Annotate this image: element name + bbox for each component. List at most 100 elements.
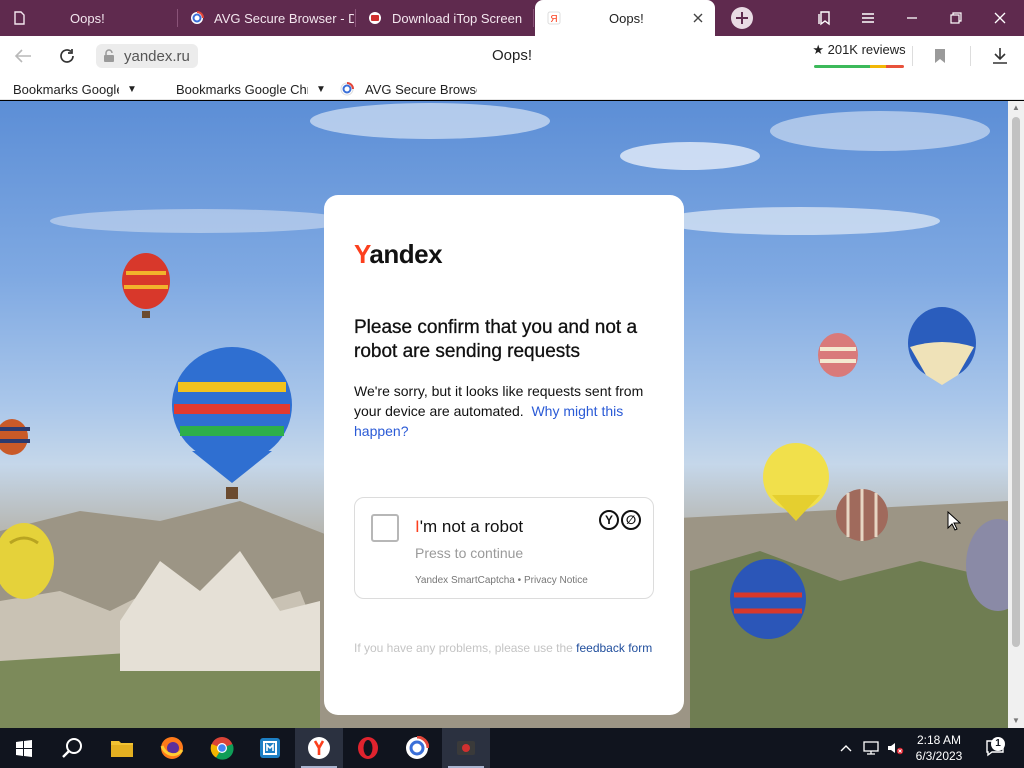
balloon-striped-image xyxy=(0,419,30,455)
captcha-subtitle: Press to continue xyxy=(415,545,524,561)
yandex-icon: Я xyxy=(547,11,561,25)
close-icon xyxy=(994,12,1006,24)
close-tab-icon[interactable] xyxy=(691,11,705,25)
bookmark-avg[interactable]: AVG Secure Browse xyxy=(340,80,480,98)
scroll-thumb[interactable] xyxy=(1012,117,1020,647)
firefox-button[interactable] xyxy=(148,728,196,768)
yandex-browser-button[interactable] xyxy=(295,728,343,768)
scroll-up-icon[interactable]: ▲ xyxy=(1008,101,1024,115)
scroll-down-icon[interactable]: ▼ xyxy=(1008,714,1024,728)
bookmark-icon xyxy=(935,49,945,63)
bookmark-label: AVG Secure Browse xyxy=(365,81,477,97)
notification-count-badge: 1 xyxy=(991,737,1005,751)
system-clock[interactable]: 2:18 AM 6/3/2023 xyxy=(902,732,976,764)
footer-separator: • xyxy=(514,575,524,586)
network-icon xyxy=(863,741,879,755)
restore-button[interactable] xyxy=(934,0,978,36)
robot-checkbox[interactable] xyxy=(371,514,399,542)
network-tray-button[interactable] xyxy=(860,728,882,768)
search-icon xyxy=(62,738,82,758)
collections-button[interactable] xyxy=(802,0,846,36)
captcha-title: I'm not a robot xyxy=(415,517,523,537)
yandex-browser-icon xyxy=(308,737,330,759)
itop-recorder-button[interactable] xyxy=(442,728,490,768)
captcha-widget[interactable]: I'm not a robot Press to continue Yandex… xyxy=(354,497,654,599)
hamburger-icon xyxy=(862,13,874,23)
chrome-button[interactable] xyxy=(198,728,246,768)
reload-button[interactable] xyxy=(54,44,80,68)
reload-icon xyxy=(60,49,74,63)
captcha-card: Yandex Please confirm that you and not a… xyxy=(324,195,684,715)
page-viewport: Yandex Please confirm that you and not a… xyxy=(0,101,1008,728)
document-icon xyxy=(14,11,25,25)
bookmark-folder-1[interactable]: Bookmarks Google Chr ▼ xyxy=(13,80,163,98)
tab-download-itop[interactable]: Download iTop Screen xyxy=(356,0,534,36)
help-text: If you have any problems, please use the… xyxy=(354,639,654,657)
back-button[interactable] xyxy=(10,44,36,68)
firefox-icon xyxy=(160,737,184,759)
bookmark-label: Bookmarks Google Chr xyxy=(176,81,308,97)
address-toolbar: yandex.ru Oops! ★ 201K reviews xyxy=(0,36,1024,76)
tab-avg-secure-browser[interactable]: AVG Secure Browser - D xyxy=(178,0,356,36)
avg-icon xyxy=(191,11,204,24)
new-tab-button[interactable] xyxy=(720,0,764,36)
start-button[interactable] xyxy=(0,728,48,768)
address-bar[interactable]: yandex.ru xyxy=(96,44,198,68)
balloon-pink-image xyxy=(818,333,858,377)
captcha-brand: Yandex SmartCaptcha xyxy=(415,575,515,586)
caret-down-icon: ▼ xyxy=(316,83,326,95)
caret-down-icon: ▼ xyxy=(127,83,137,95)
bookmark-label: Bookmarks Google Chr xyxy=(13,81,119,97)
reviews-text: ★ 201K reviews xyxy=(812,42,906,57)
chevron-up-icon xyxy=(840,745,852,752)
tab-oops-active[interactable]: Я Oops! xyxy=(535,0,715,36)
balloon-blue-image xyxy=(908,307,976,385)
lock-icon[interactable] xyxy=(102,49,116,63)
balloon-blue-striped-image xyxy=(730,559,806,639)
close-window-button[interactable] xyxy=(978,0,1022,36)
tab-strip: Oops! AVG Secure Browser - D Download iT… xyxy=(0,0,1024,36)
reviews-badge[interactable]: ★ 201K reviews xyxy=(812,42,906,68)
bookmark-folder-2[interactable]: Bookmarks Google Chr ▼ xyxy=(176,80,326,98)
avg-browser-button[interactable] xyxy=(393,728,441,768)
balloon-colorful-image xyxy=(172,347,292,499)
notifications-button[interactable]: 1 xyxy=(982,728,1008,768)
windows-start-icon xyxy=(16,740,32,757)
bookmark-page-button[interactable] xyxy=(927,44,953,68)
itop-recorder-icon xyxy=(457,741,475,755)
tab-label: Download iTop Screen xyxy=(392,10,522,26)
avg-browser-icon xyxy=(406,736,429,759)
smartcaptcha-logo: Y ∅ xyxy=(599,510,641,532)
leaf-circle-icon: ∅ xyxy=(621,510,641,530)
toolbar-divider xyxy=(970,46,971,66)
mouse-cursor-icon xyxy=(947,511,961,531)
logo-rest: andex xyxy=(369,239,443,269)
itop-app-button[interactable] xyxy=(246,728,294,768)
privacy-link[interactable]: Privacy Notice xyxy=(524,575,588,586)
downloads-button[interactable] xyxy=(987,44,1013,68)
search-button[interactable] xyxy=(48,728,96,768)
menu-button[interactable] xyxy=(846,0,890,36)
tray-overflow-button[interactable] xyxy=(836,728,856,768)
tab-oops-1[interactable]: Oops! xyxy=(0,0,178,36)
chrome-icon xyxy=(210,737,234,760)
rating-bar xyxy=(814,65,904,68)
feedback-link[interactable]: feedback form xyxy=(576,641,652,655)
page-scrollbar[interactable]: ▲ ▼ xyxy=(1008,101,1024,728)
tab-label: Oops! xyxy=(70,10,105,26)
url-text: yandex.ru xyxy=(124,47,190,65)
itop-icon xyxy=(369,12,381,24)
captcha-title-rest: 'm not a robot xyxy=(419,517,524,536)
file-explorer-button[interactable] xyxy=(98,728,146,768)
toolbar-divider xyxy=(912,46,913,66)
balloon-yellow-image xyxy=(763,443,829,521)
yandex-logo[interactable]: Yandex xyxy=(354,239,443,270)
clock-time: 2:18 AM xyxy=(916,733,962,747)
page-heading: Please confirm that you and not a robot … xyxy=(354,317,638,362)
balloon-yellow-left-image xyxy=(0,523,54,599)
minimize-icon xyxy=(907,17,917,19)
balloon-red-image xyxy=(122,253,170,318)
opera-button[interactable] xyxy=(344,728,392,768)
minimize-button[interactable] xyxy=(890,0,934,36)
plus-icon xyxy=(731,7,753,29)
